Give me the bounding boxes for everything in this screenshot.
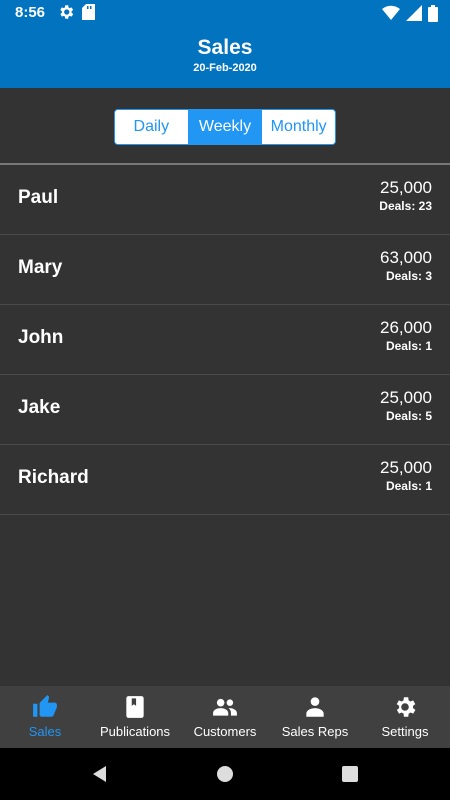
signal-icon — [406, 5, 422, 21]
tab-label: Publications — [99, 724, 171, 739]
gear-icon — [60, 5, 74, 19]
tab-label: Customers — [193, 724, 257, 739]
period-selector: Daily Weekly Monthly — [114, 109, 336, 145]
rep-deals: Deals: 1 — [385, 479, 432, 493]
rep-name: Mary — [18, 257, 63, 278]
tab-sales-reps[interactable]: Sales Reps — [270, 686, 360, 748]
main-content: Daily Weekly Monthly Paul 25,000 Deals: … — [0, 88, 450, 686]
rep-deals: Deals: 3 — [385, 269, 432, 283]
recents-icon[interactable] — [340, 764, 360, 784]
back-icon[interactable] — [90, 764, 110, 784]
rep-deals: Deals: 23 — [379, 199, 432, 213]
home-icon[interactable] — [215, 764, 235, 784]
wifi-icon — [382, 5, 400, 21]
rep-amount: 25,000 — [380, 388, 432, 407]
status-bar: 8:56 — [0, 0, 450, 26]
thumbs-up-icon — [33, 695, 57, 717]
tab-settings[interactable]: Settings — [360, 686, 450, 748]
rep-amount: 63,000 — [380, 248, 432, 267]
tab-publications[interactable]: Publications — [90, 686, 180, 748]
list-item[interactable]: Jake 25,000 Deals: 5 — [0, 375, 450, 445]
book-icon — [126, 696, 144, 718]
page-title: Sales — [197, 36, 253, 59]
app-bar: Sales 20-Feb-2020 — [0, 26, 450, 88]
sd-card-icon — [82, 4, 95, 20]
page-date: 20-Feb-2020 — [193, 62, 257, 74]
rep-amount: 25,000 — [380, 458, 432, 477]
rep-deals: Deals: 5 — [385, 409, 432, 423]
tab-label: Sales — [28, 724, 62, 739]
rep-name: Paul — [18, 187, 59, 208]
rep-name: John — [18, 327, 64, 348]
bottom-tab-bar: Sales Publications Customers Sales Reps … — [0, 686, 450, 748]
battery-icon — [428, 4, 438, 22]
period-monthly-button[interactable]: Monthly — [262, 110, 335, 144]
tab-label: Settings — [381, 724, 429, 739]
rep-deals: Deals: 1 — [385, 339, 432, 353]
person-icon — [306, 697, 324, 717]
list-item[interactable]: Paul 25,000 Deals: 23 — [0, 165, 450, 235]
list-item[interactable]: Mary 63,000 Deals: 3 — [0, 235, 450, 305]
rep-amount: 26,000 — [380, 318, 432, 337]
period-weekly-button[interactable]: Weekly — [188, 110, 263, 144]
sales-rep-list: Paul 25,000 Deals: 23 Mary 63,000 Deals:… — [0, 165, 450, 515]
tab-label: Sales Reps — [281, 724, 349, 739]
period-daily-button[interactable]: Daily — [115, 110, 189, 144]
people-icon — [213, 698, 237, 716]
system-nav-bar — [0, 748, 450, 800]
list-item[interactable]: John 26,000 Deals: 1 — [0, 305, 450, 375]
tab-sales[interactable]: Sales — [0, 686, 90, 748]
rep-amount: 25,000 — [380, 178, 432, 197]
gear-icon — [396, 697, 416, 717]
list-item[interactable]: Richard 25,000 Deals: 1 — [0, 445, 450, 515]
tab-customers[interactable]: Customers — [180, 686, 270, 748]
rep-name: Richard — [18, 467, 89, 488]
status-time: 8:56 — [15, 4, 46, 21]
rep-name: Jake — [18, 397, 61, 418]
